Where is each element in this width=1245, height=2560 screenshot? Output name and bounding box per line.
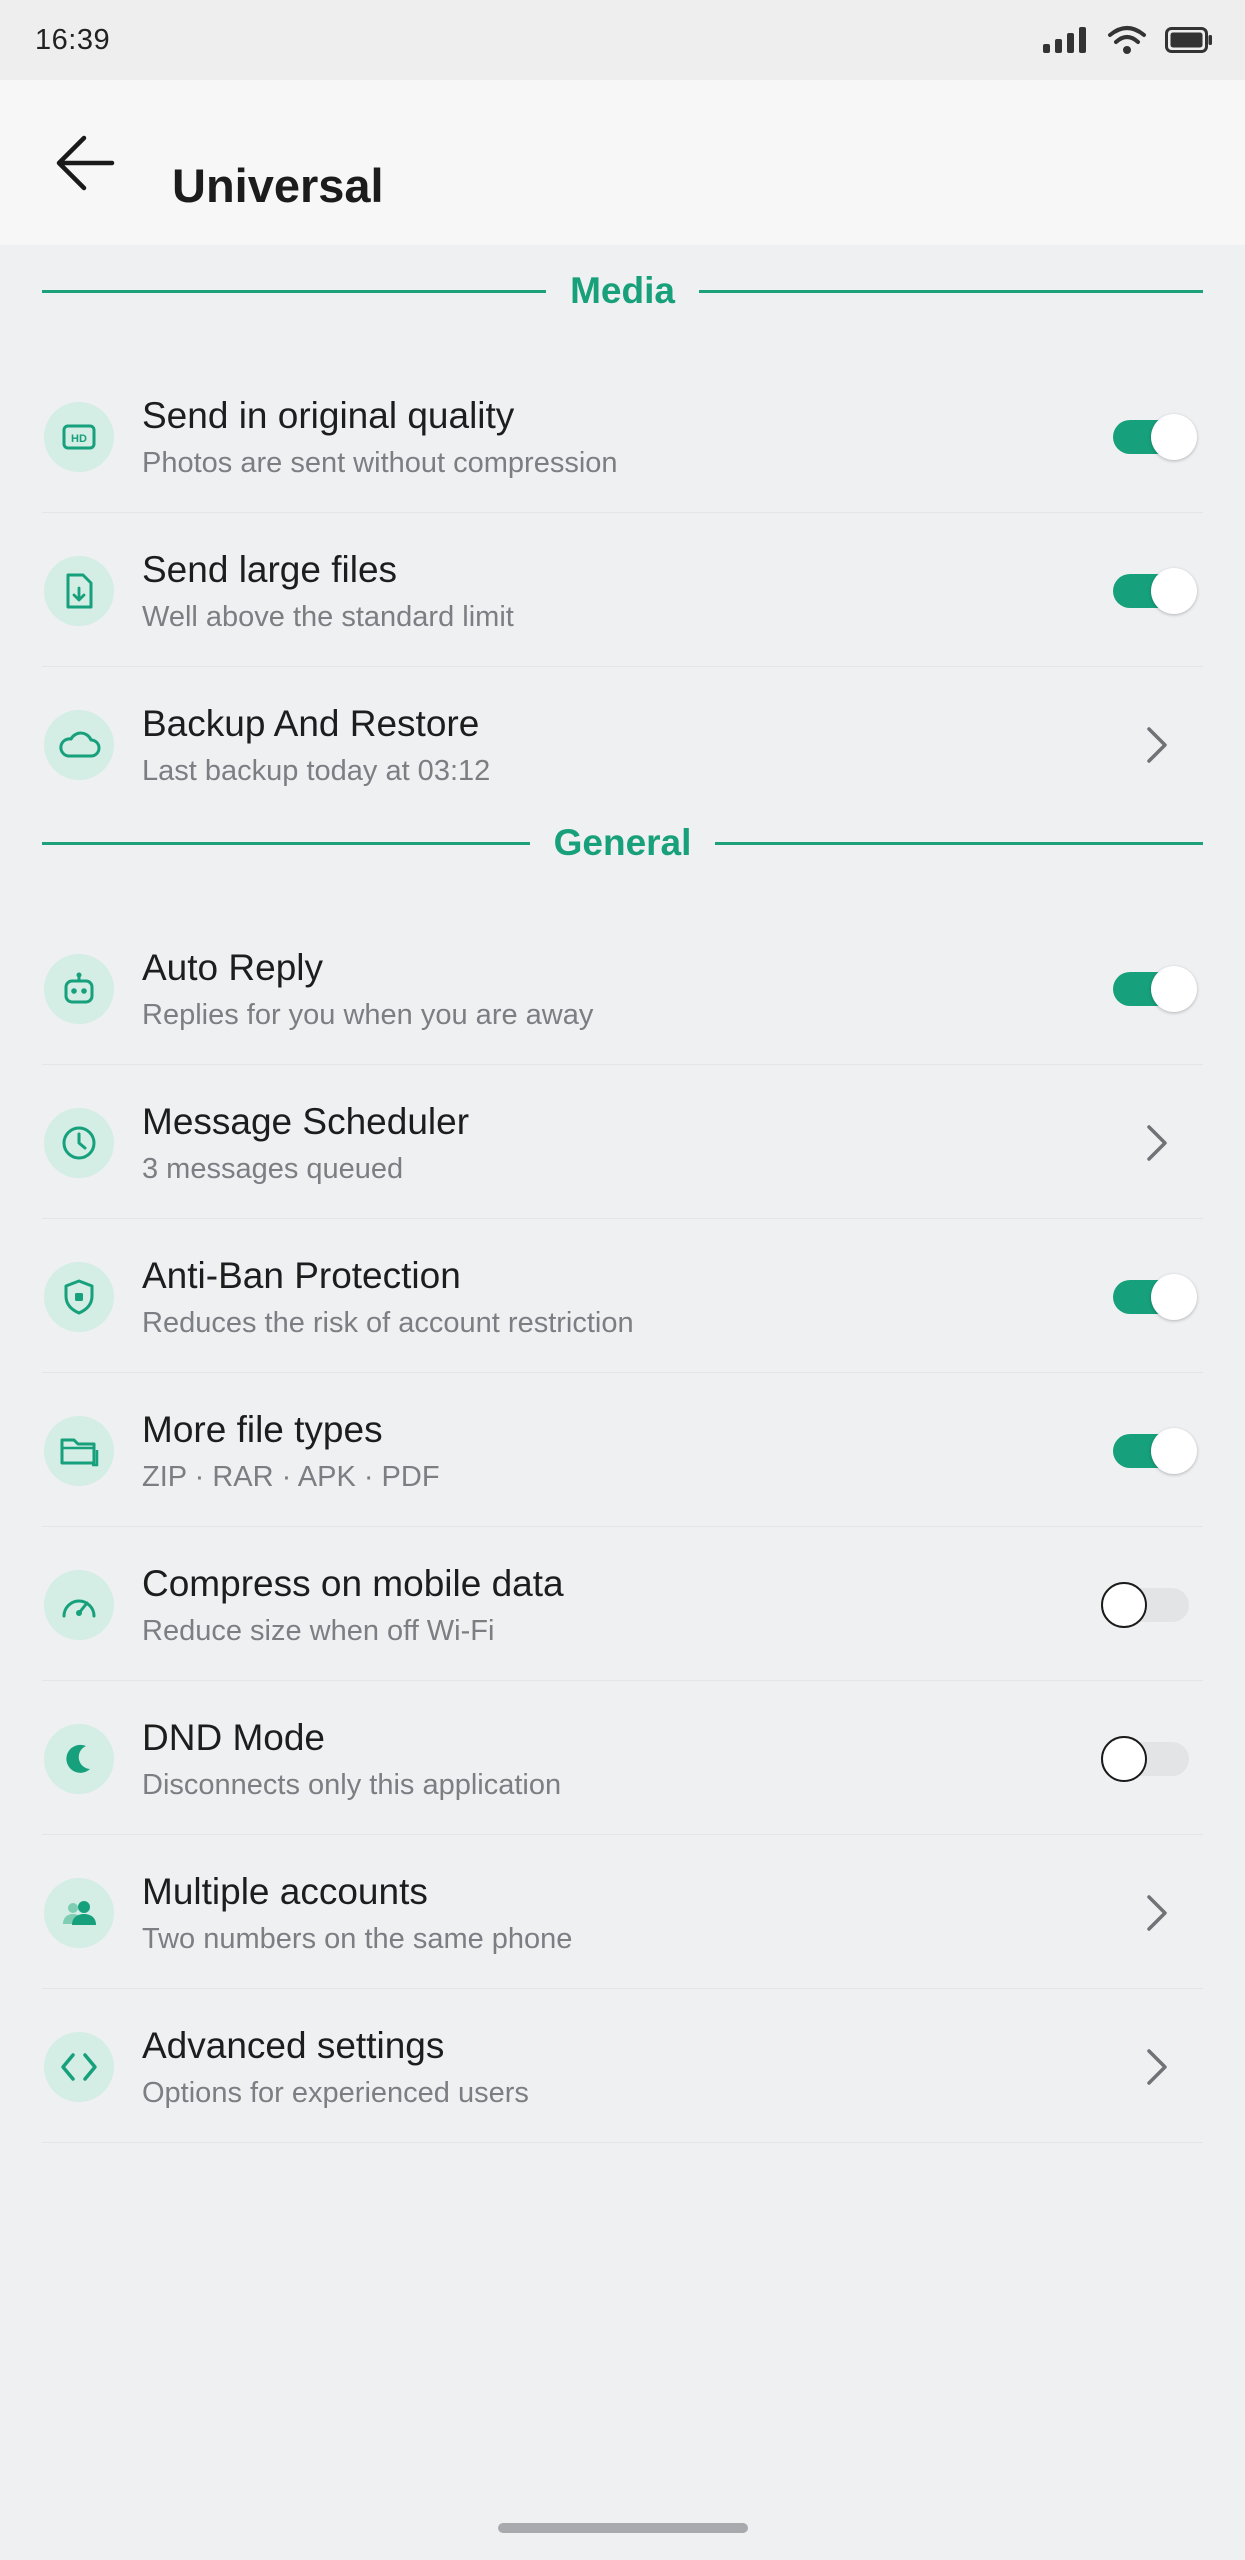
status-icons <box>1043 24 1213 56</box>
setting-subtitle: Reduce size when off Wi-Fi <box>142 1615 495 1647</box>
signal-icon <box>1043 27 1089 53</box>
folder-icon <box>44 1416 114 1486</box>
setting-subtitle: Well above the standard limit <box>142 601 514 633</box>
setting-title: Auto Reply <box>142 947 323 988</box>
setting-subtitle: Disconnects only this application <box>142 1769 562 1801</box>
svg-text:HD: HD <box>71 433 87 445</box>
setting-subtitle: Options for experienced users <box>142 2077 529 2109</box>
divider <box>715 841 1204 845</box>
setting-send-original-quality[interactable]: HD Send in original quality Photos are s… <box>42 359 1203 513</box>
section-header-general: General <box>42 815 1204 871</box>
battery-icon <box>1165 27 1213 53</box>
hd-icon: HD <box>44 402 114 472</box>
page-title: Universal <box>172 159 384 212</box>
setting-backup-restore[interactable]: Backup And Restore Last backup today at … <box>42 667 1203 821</box>
dnd-mode-toggle[interactable] <box>1101 1736 1203 1782</box>
setting-subtitle: Last backup today at 03:12 <box>142 755 491 787</box>
shield-icon <box>44 1262 114 1332</box>
setting-send-large-files[interactable]: Send large files Well above the standard… <box>42 513 1203 667</box>
status-time: 16:39 <box>35 23 111 56</box>
divider <box>42 841 530 845</box>
setting-subtitle: Photos are sent without compression <box>142 447 618 479</box>
setting-auto-reply[interactable]: Auto Reply Replies for you when you are … <box>42 911 1203 1065</box>
setting-more-file-types[interactable]: More file types ZIP · RAR · APK · PDF <box>42 1373 1203 1527</box>
original-quality-toggle[interactable] <box>1103 414 1203 460</box>
chevron-right-icon <box>1139 1123 1175 1163</box>
status-bar: 16:39 <box>0 0 1245 80</box>
setting-multiple-accounts[interactable]: Multiple accounts Two numbers on the sam… <box>42 1835 1203 1989</box>
compress-mobile-data-toggle[interactable] <box>1101 1582 1203 1628</box>
section-label: Media <box>570 270 675 311</box>
setting-title: More file types <box>142 1409 383 1450</box>
section-header-media: Media <box>42 263 1204 319</box>
robot-icon <box>44 954 114 1024</box>
setting-subtitle: ZIP · RAR · APK · PDF <box>142 1461 440 1493</box>
setting-subtitle: Replies for you when you are away <box>142 999 594 1031</box>
moon-icon <box>44 1724 114 1794</box>
divider <box>42 289 547 293</box>
app-header: Universal <box>0 80 1245 245</box>
setting-title: Anti-Ban Protection <box>142 1255 461 1296</box>
setting-advanced[interactable]: Advanced settings Options for experience… <box>42 1989 1203 2143</box>
anti-ban-toggle[interactable] <box>1103 1274 1203 1320</box>
large-files-toggle[interactable] <box>1103 568 1203 614</box>
section-label: General <box>553 822 692 863</box>
setting-title: Send in original quality <box>142 395 515 436</box>
people-icon <box>44 1878 114 1948</box>
setting-subtitle: 3 messages queued <box>142 1153 404 1185</box>
setting-title: Compress on mobile data <box>142 1563 564 1604</box>
file-download-icon <box>44 556 114 626</box>
setting-anti-ban[interactable]: Anti-Ban Protection Reduces the risk of … <box>42 1219 1203 1373</box>
setting-title: Backup And Restore <box>142 703 480 744</box>
back-button[interactable] <box>50 130 120 200</box>
divider <box>698 289 1204 293</box>
more-file-types-toggle[interactable] <box>1103 1428 1203 1474</box>
setting-message-scheduler[interactable]: Message Scheduler 3 messages queued <box>42 1065 1203 1219</box>
setting-title: Advanced settings <box>142 2025 445 2066</box>
cloud-icon <box>44 710 114 780</box>
setting-title: DND Mode <box>142 1717 325 1758</box>
setting-subtitle: Two numbers on the same phone <box>142 1923 573 1955</box>
back-arrow-icon <box>54 134 116 197</box>
chevron-right-icon <box>1139 1893 1175 1933</box>
wifi-icon <box>1107 24 1147 56</box>
clock-icon <box>44 1108 114 1178</box>
setting-dnd-mode[interactable]: DND Mode Disconnects only this applicati… <box>42 1681 1203 1835</box>
home-indicator[interactable] <box>498 2523 748 2533</box>
chevron-right-icon <box>1139 2047 1175 2087</box>
setting-compress-mobile-data[interactable]: Compress on mobile data Reduce size when… <box>42 1527 1203 1681</box>
setting-title: Send large files <box>142 549 398 590</box>
speedometer-icon <box>44 1570 114 1640</box>
setting-title: Multiple accounts <box>142 1871 428 1912</box>
auto-reply-toggle[interactable] <box>1103 966 1203 1012</box>
code-icon <box>44 2032 114 2102</box>
setting-subtitle: Reduces the risk of account restriction <box>142 1307 634 1339</box>
chevron-right-icon <box>1139 725 1175 765</box>
setting-title: Message Scheduler <box>142 1101 470 1142</box>
